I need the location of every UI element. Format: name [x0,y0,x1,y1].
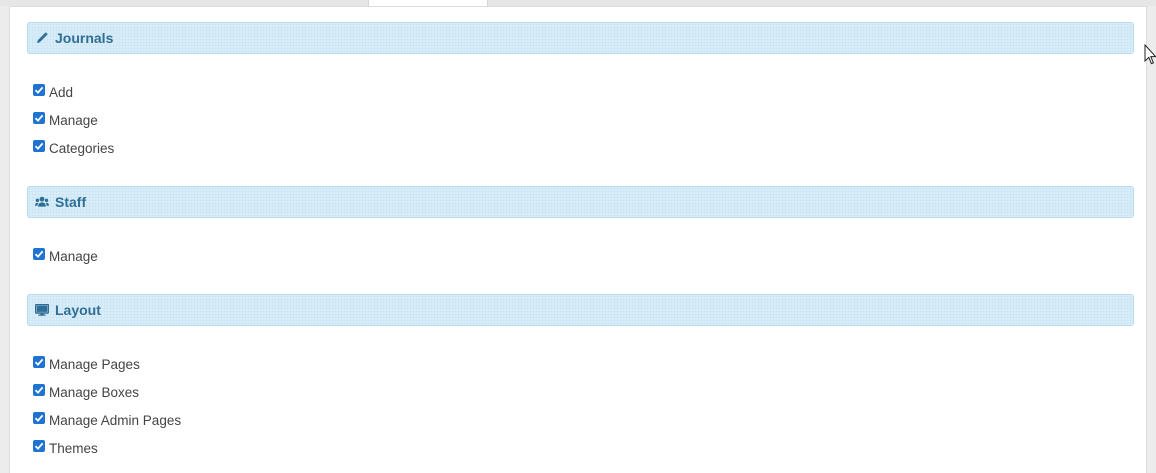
checkbox-checked[interactable] [33,84,45,96]
section-header-staff: Staff [27,186,1134,218]
checkbox-checked[interactable] [33,384,45,396]
section-title: Journals [55,30,114,46]
checkbox-checked[interactable] [33,412,45,424]
checkbox-label: Manage Admin Pages [49,412,182,428]
permission-checkbox[interactable]: Categories [33,138,114,158]
section-title: Layout [55,302,101,318]
checkbox-checked[interactable] [33,356,45,368]
permission-checkbox[interactable]: Add [33,82,73,102]
section-title: Staff [55,194,87,210]
users-icon [35,195,49,209]
checkbox-checked[interactable] [33,440,45,452]
section-header-layout: Layout [27,294,1134,326]
permission-checkbox[interactable]: Manage Pages [33,354,140,374]
checkbox-label: Add [49,84,74,100]
desktop-icon [35,303,49,317]
checkbox-label: Manage Boxes [49,384,140,400]
checkbox-label: Manage [49,112,98,128]
permission-checkbox[interactable]: Themes [33,438,98,458]
section-header-journals: Journals [27,22,1134,54]
checkbox-label: Themes [49,440,98,456]
mouse-pointer-icon [1144,44,1156,65]
checkbox-checked[interactable] [33,248,45,260]
permission-checkbox[interactable]: Manage Admin Pages [33,410,181,430]
permissions-panel: Journals Add Manage Categories Staff Man… [9,6,1147,473]
permission-checkbox[interactable]: Manage [33,110,98,130]
permission-checkbox[interactable]: Manage [33,246,98,266]
checkbox-checked[interactable] [33,112,45,124]
checkbox-checked[interactable] [33,140,45,152]
checkbox-label: Manage Pages [49,356,140,372]
pencil-icon [35,31,49,45]
checkbox-label: Categories [49,140,115,156]
checkbox-label: Manage [49,248,98,264]
permission-checkbox[interactable]: Manage Boxes [33,382,139,402]
